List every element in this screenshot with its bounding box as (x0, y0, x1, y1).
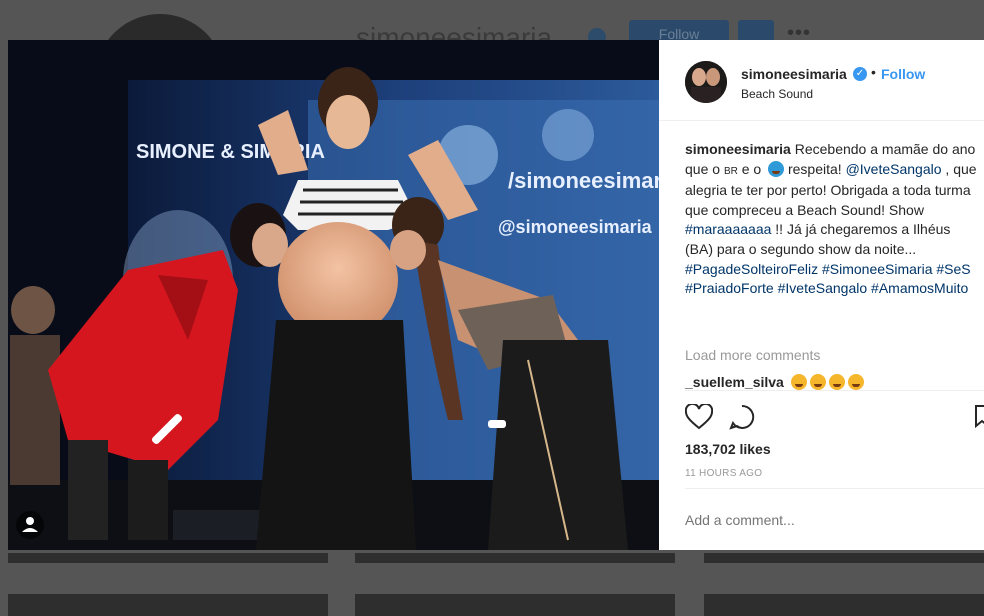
more-options-icon[interactable]: ⋮ (977, 508, 984, 528)
hashtag-link[interactable]: #IveteSangalo (778, 280, 868, 296)
comment-author[interactable]: _suellem_silva (685, 374, 784, 390)
follow-button[interactable]: Follow (881, 66, 925, 82)
load-more-comments[interactable]: Load more comments (685, 347, 820, 363)
post-actions (685, 404, 984, 432)
divider (685, 390, 984, 391)
heart-eyes-emoji-icon (790, 374, 807, 390)
photo-handle-text-2: @simoneesimaria (498, 217, 653, 237)
grid-tile[interactable] (355, 553, 675, 563)
caption-text: e o (737, 160, 766, 177)
likes-count[interactable]: 183,702 likes (685, 441, 771, 457)
hashtag-link[interactable]: #AmamosMuito (871, 280, 968, 296)
location-link[interactable]: Beach Sound (741, 87, 813, 101)
heart-eyes-emoji-icon (847, 374, 864, 390)
author-avatar[interactable] (685, 61, 727, 103)
hashtag-link[interactable]: #SeS (936, 261, 970, 277)
add-comment-input[interactable] (685, 506, 965, 534)
photo-handle-text: /simoneesimaria (508, 168, 659, 193)
grid-tile[interactable] (355, 594, 675, 616)
hashtag-link[interactable]: #PagadeSolteiroFeliz (685, 261, 818, 277)
grid-tile[interactable] (8, 553, 328, 563)
user-tag-icon[interactable] (16, 511, 44, 539)
header-separator: • (871, 64, 876, 80)
comment-item: _suellem_silva (685, 374, 864, 390)
grid-tile[interactable] (8, 594, 328, 616)
hashtag-link[interactable]: #PraiadoForte (685, 280, 774, 296)
br-flag-text: BR (723, 165, 738, 177)
hashtag-link[interactable]: #SimoneeSimaria (822, 261, 933, 277)
verified-icon: ✓ (853, 67, 867, 81)
heart-eyes-emoji-icon (828, 374, 845, 390)
grid-tile[interactable] (704, 594, 984, 616)
bookmark-icon[interactable] (975, 404, 984, 430)
hashtag-link[interactable]: #maraaaaaaa (685, 221, 771, 237)
caption-text: respeita! (784, 160, 846, 177)
post-photo[interactable]: SIMONE & SIMARIA /simoneesimaria @simone… (8, 40, 659, 550)
post-side-panel: simoneesimaria ✓ • Follow Beach Sound si… (659, 40, 984, 550)
post-caption: simoneesimaria Recebendo a mamãe do ano … (685, 140, 981, 299)
post-header: simoneesimaria ✓ • Follow Beach Sound (659, 40, 984, 121)
post-timestamp: 11 HOURS AGO (685, 468, 763, 479)
divider (685, 488, 984, 489)
author-username[interactable]: simoneesimaria (741, 66, 847, 82)
caption-author[interactable]: simoneesimaria (685, 141, 791, 157)
heart-icon[interactable] (685, 404, 713, 430)
heart-eyes-emoji-icon (809, 374, 826, 390)
grid-tile[interactable] (704, 553, 984, 563)
mention-link[interactable]: @IveteSangalo (846, 161, 942, 177)
comment-icon[interactable] (729, 404, 755, 430)
globe-emoji-icon (768, 160, 785, 177)
